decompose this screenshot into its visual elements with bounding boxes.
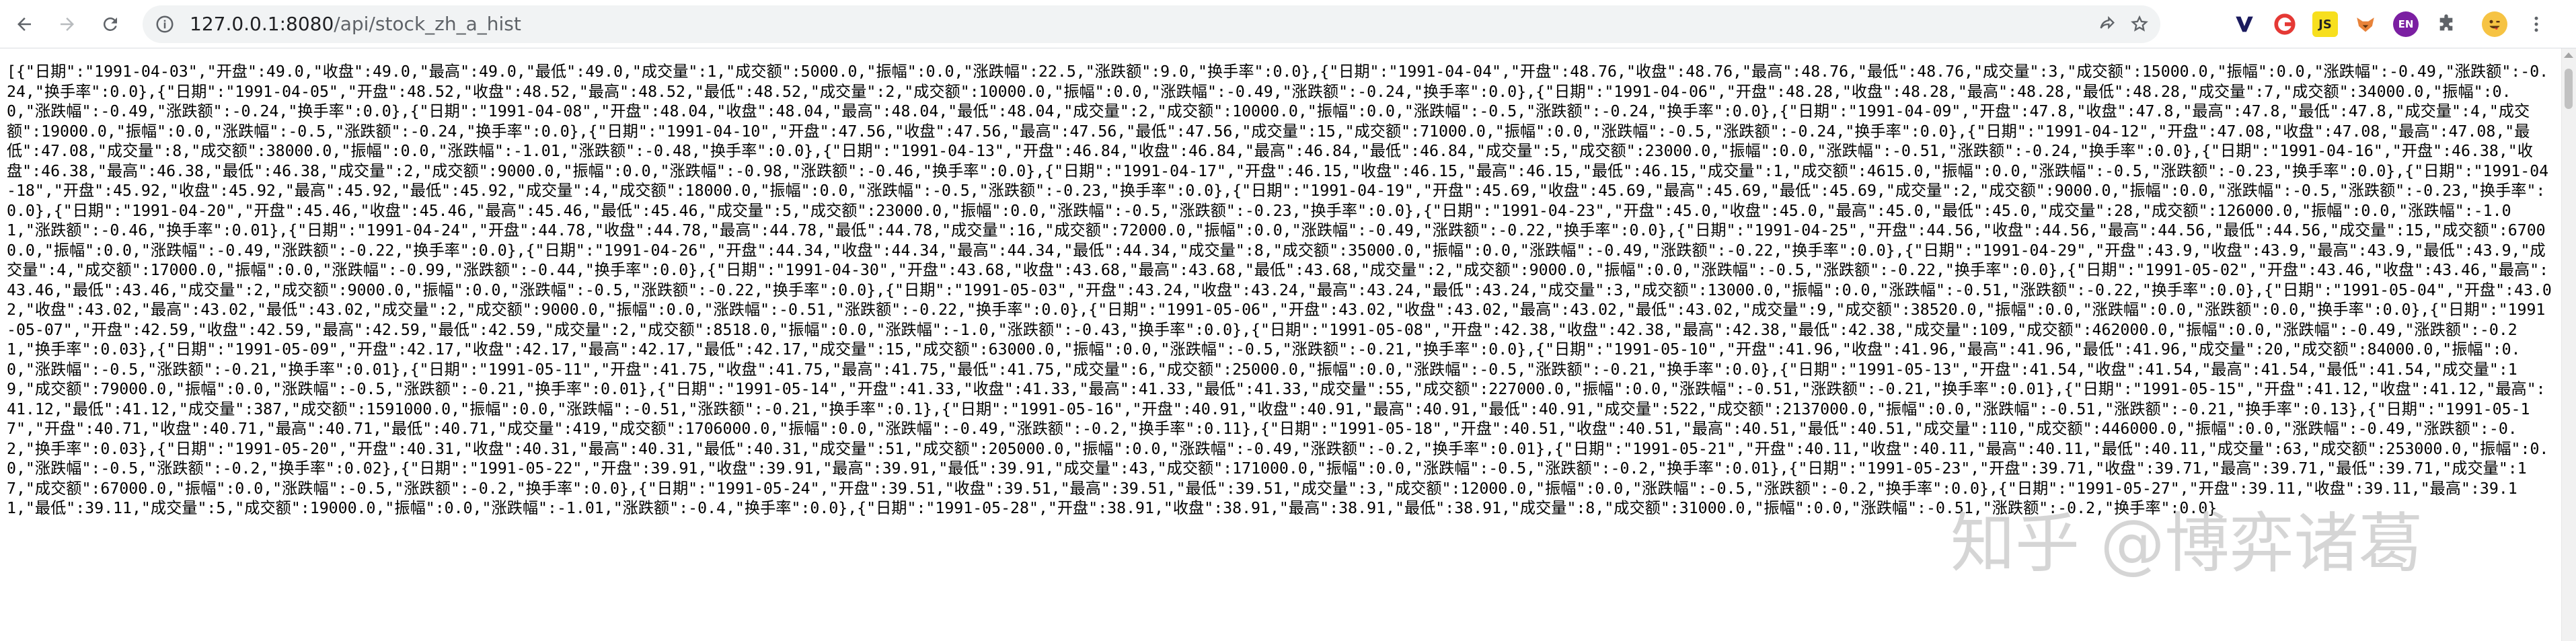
- scroll-up-arrow-icon[interactable]: [2564, 52, 2573, 58]
- en-badge-icon[interactable]: EN: [2393, 11, 2419, 37]
- address-bar[interactable]: 127.0.0.1:8080/api/stock_zh_a_hist: [143, 5, 2160, 43]
- forward-button[interactable]: [52, 9, 82, 39]
- scrollbar-thumb[interactable]: [2565, 69, 2573, 109]
- profile-avatar-icon[interactable]: [2482, 11, 2507, 37]
- browser-toolbar: 127.0.0.1:8080/api/stock_zh_a_hist JS EN: [0, 0, 2576, 48]
- url-host: 127.0.0.1:8080: [190, 13, 334, 35]
- back-button[interactable]: [9, 9, 39, 39]
- reload-button[interactable]: [96, 9, 125, 39]
- arrow-right-icon: [61, 17, 74, 31]
- share-icon[interactable]: [2096, 13, 2118, 35]
- js-icon[interactable]: JS: [2312, 11, 2338, 37]
- vanilla-v-icon[interactable]: [2232, 11, 2257, 37]
- puzzle-icon[interactable]: [2433, 11, 2459, 37]
- url-path: /api/stock_zh_a_hist: [334, 13, 521, 35]
- reload-icon: [103, 17, 117, 31]
- arrow-left-icon: [17, 17, 31, 31]
- site-info-icon[interactable]: [155, 14, 175, 34]
- menu-kebab-icon[interactable]: [2524, 11, 2549, 37]
- google-g-icon[interactable]: [2272, 11, 2298, 37]
- vertical-scrollbar[interactable]: [2561, 48, 2576, 641]
- watermark-text: 知乎 @博弈诸葛: [1950, 506, 2423, 581]
- url-text[interactable]: 127.0.0.1:8080/api/stock_zh_a_hist: [190, 13, 521, 35]
- fox-icon[interactable]: [2353, 11, 2378, 37]
- bookmark-star-icon[interactable]: [2129, 13, 2150, 35]
